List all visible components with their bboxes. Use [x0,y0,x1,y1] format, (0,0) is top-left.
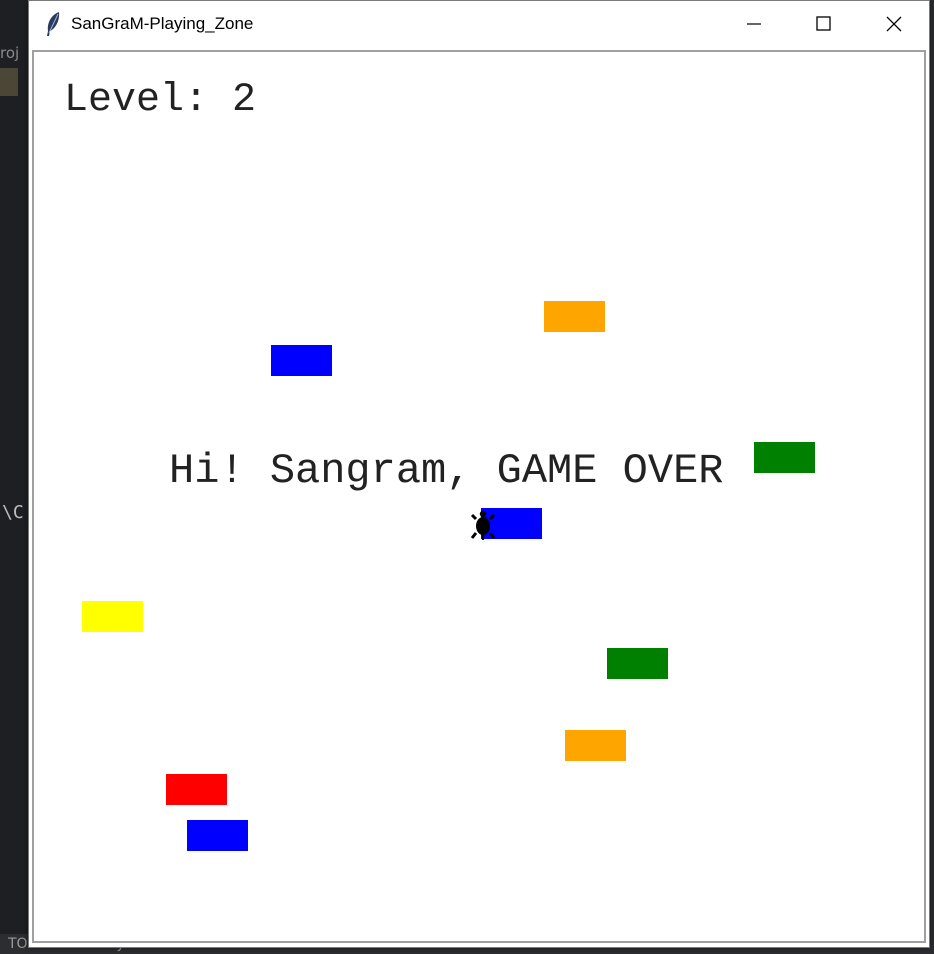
close-icon [886,16,902,32]
maximize-button[interactable] [789,1,859,47]
ide-path-fragment: \C [2,502,24,523]
turtle-icon [470,510,496,540]
title-bar[interactable]: SanGraM-Playing_Zone [29,1,929,47]
car-yellow-1 [82,601,143,632]
car-blue-3 [187,820,248,851]
car-green-1 [754,442,815,473]
game-window: SanGraM-Playing_Zone Level: 2 Hi! Sangra… [28,0,930,948]
car-orange-1 [544,301,605,332]
car-blue-1 [271,345,332,376]
feather-icon [47,12,60,36]
ide-project-tab[interactable]: roj [0,44,19,62]
minimize-button[interactable] [719,1,789,47]
window-title: SanGraM-Playing_Zone [71,14,254,33]
ide-tab-highlight [0,68,18,96]
close-button[interactable] [859,1,929,47]
car-red-1 [166,774,227,805]
game-canvas-frame: Level: 2 Hi! Sangram, GAME OVER [32,50,926,943]
game-over-message: Hi! Sangram, GAME OVER [169,447,724,495]
game-canvas[interactable]: Level: 2 Hi! Sangram, GAME OVER [36,54,922,939]
ide-left-panel: roj \C [0,0,28,954]
car-green-2 [607,648,668,679]
car-orange-2 [565,730,626,761]
level-indicator: Level: 2 [64,78,257,123]
maximize-icon [816,16,831,31]
minimize-icon [747,23,761,25]
